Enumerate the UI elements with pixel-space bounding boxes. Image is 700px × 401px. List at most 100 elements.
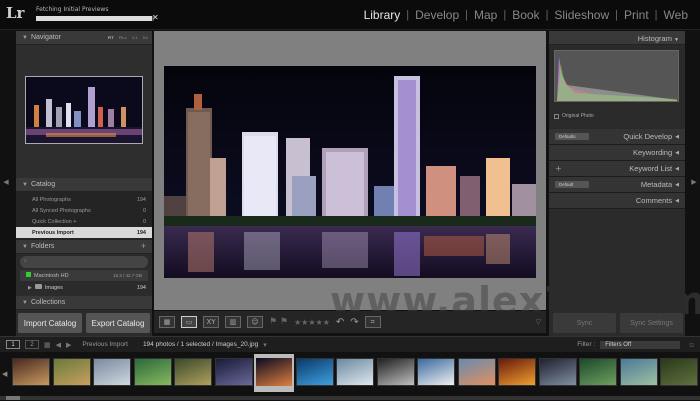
folders-header[interactable]: ▼ Folders + [16,240,152,254]
grid-icon[interactable]: ▦ [44,341,51,349]
add-keyword-icon[interactable]: + [555,164,562,173]
survey-view-icon[interactable]: ▥ [225,316,241,328]
catalog-item-label: All Photographs [32,196,71,203]
filmstrip-scrollbar[interactable] [0,396,700,400]
filmstrip-thumbnail[interactable] [376,358,415,386]
window-1-button[interactable]: 1 [6,340,20,349]
keyword-list-header[interactable]: + Keyword List ◀ [549,161,685,177]
toolbar-menu-icon[interactable]: ▽ [536,318,541,326]
catalog-item-count: 0 [142,207,146,214]
thumbnail-image [134,359,171,385]
quick-develop-title: Quick Develop [623,132,673,141]
filmstrip-thumbnail[interactable] [336,358,374,386]
lightroom-logo: Lr [6,4,25,22]
right-panel-toggle-icon[interactable]: ▶ [690,178,698,186]
filmstrip-thumbnail[interactable] [538,358,577,386]
collections-title: Collections [30,299,66,306]
rotate-right-icon[interactable]: ↷ [350,317,358,328]
catalog-title: Catalog [30,181,56,188]
folder-filter-input[interactable]: ⌕ [20,256,148,268]
catalog-item[interactable]: Quick Collection + 0 [16,216,152,227]
navigator-header[interactable]: ▼ Navigator FIT FILL 1:1 3:1 [16,31,152,45]
scrollbar-thumb[interactable] [6,396,20,400]
catalog-header[interactable]: ▼ Catalog [16,178,152,192]
filmstrip-thumbnail[interactable] [498,358,536,386]
module-book[interactable]: Book [506,8,545,22]
add-folder-icon[interactable]: + [141,241,146,251]
filter-select[interactable]: Filters Off [600,340,681,349]
sync-button[interactable]: Sync [553,313,616,333]
module-web[interactable]: Web [658,8,694,22]
photo-info[interactable]: 194 photos / 1 selected / Images_20.jpg [143,341,258,348]
zoom-option[interactable]: 3:1 [142,35,148,40]
loupe-view-icon[interactable]: ▭ [181,316,197,328]
module-library[interactable]: Library [358,8,407,22]
volume-status-icon [26,272,31,277]
crop-icon[interactable]: ⌗ [364,316,381,328]
grid-view-icon[interactable]: ▦ [159,316,175,328]
filmstrip-thumbnail[interactable] [93,358,131,386]
thumbnail-image [499,359,535,385]
filmstrip-thumbnail[interactable] [52,358,91,386]
filmstrip-thumbnail[interactable] [12,358,50,386]
rotate-left-icon[interactable]: ↶ [336,317,344,328]
filmstrip-thumbnail[interactable] [295,358,334,386]
compare-view-icon[interactable]: XY [203,316,219,328]
expand-triangle-icon: ◀ [675,197,679,204]
collections-header[interactable]: ▼ Collections [16,296,152,310]
filmstrip-scroll-left-icon[interactable]: ◀ [2,370,7,378]
module-map[interactable]: Map [468,8,503,22]
folder-row-images[interactable]: ▶ Images 194 [16,282,152,293]
thumbnail-image [620,359,657,385]
histogram-header[interactable]: Histogram ▼ [549,31,685,45]
metadata-header[interactable]: Default Metadata ◀ [549,177,685,193]
left-panel-toggle-icon[interactable]: ◀ [2,178,10,186]
filmstrip-thumbnail[interactable] [457,358,496,386]
zoom-option[interactable]: 1:1 [132,35,138,40]
filmstrip-thumbnail[interactable] [417,358,455,386]
forward-arrow-icon[interactable]: ▶ [66,341,71,349]
comments-title: Comments [635,196,673,205]
quick-develop-header[interactable]: Defaults Quick Develop ◀ [549,129,685,145]
filmstrip-thumbnail[interactable] [133,358,172,386]
zoom-option[interactable]: FILL [119,35,127,40]
flag-icon[interactable]: ⚑ ⚑ [269,317,288,327]
module-print[interactable]: Print [618,8,655,22]
comments-header[interactable]: Comments ◀ [549,193,685,209]
filmstrip-thumbnail[interactable] [579,358,617,386]
filmstrip-thumbnail[interactable] [660,358,698,386]
import-catalog-button[interactable]: Import Catalog [18,313,82,333]
zoom-option[interactable]: FIT [108,35,114,40]
keywording-header[interactable]: Keywording ◀ [549,145,685,161]
main-photo[interactable] [164,66,536,278]
export-catalog-button[interactable]: Export Catalog [86,313,150,333]
chevron-down-icon[interactable]: ▾ [263,341,267,349]
volume-row[interactable]: Macintosh HD 15.3 / 42.7 GB [20,270,148,281]
filter-lock-icon[interactable]: ▫ [689,341,694,349]
module-slideshow[interactable]: Slideshow [548,8,615,22]
filmstrip-thumbnail[interactable] [214,358,253,386]
thumbnail-image [458,359,495,385]
people-view-icon[interactable]: ☺ [247,316,263,328]
metadata-preset-select[interactable]: Default [555,181,589,188]
filmstrip-thumbnail[interactable] [619,358,658,386]
quick-develop-preset-select[interactable]: Defaults [555,133,589,140]
sync-settings-button[interactable]: Sync Settings [620,313,683,333]
catalog-item[interactable]: Previous Import 194 [16,227,152,238]
filmstrip-thumbnail-selected[interactable] [254,354,294,392]
histogram: Original Photo [549,45,685,129]
checkbox-icon[interactable] [554,113,559,119]
cancel-progress-button[interactable]: ✕ [152,14,160,22]
window-2-button[interactable]: 2 [25,340,39,349]
catalog-item[interactable]: All Synced Photographs 0 [16,205,152,216]
expand-triangle-icon: ◀ [675,165,679,172]
expand-triangle-icon[interactable]: ▶ [28,285,32,291]
star-rating[interactable]: ★★★★★ [294,318,330,327]
back-arrow-icon[interactable]: ◀ [56,341,61,349]
original-photo-toggle[interactable]: Original Photo [554,113,594,119]
module-develop[interactable]: Develop [409,8,465,22]
navigator-thumbnail[interactable] [25,76,143,144]
catalog-item[interactable]: All Photographs 194 [16,194,152,205]
source-label[interactable]: Previous Import [82,341,128,348]
filmstrip-thumbnail[interactable] [174,358,212,386]
